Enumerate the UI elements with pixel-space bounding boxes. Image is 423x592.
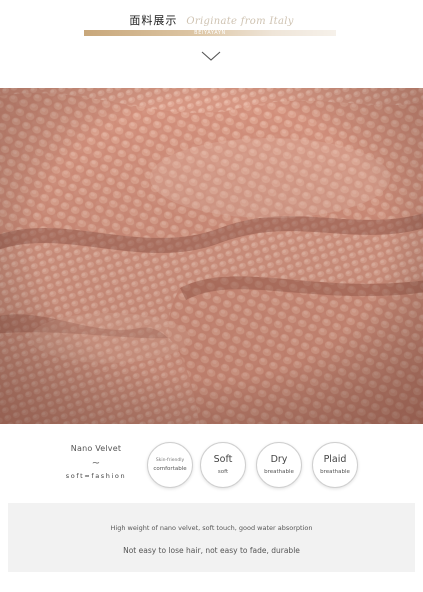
chevron-down-icon xyxy=(201,51,221,61)
features-row: Nano Velvet ~ soft≈fashion Skin-friendly… xyxy=(0,424,423,502)
description-line-1: High weight of nano velvet, soft touch, … xyxy=(110,524,313,532)
badge-subtitle: soft xyxy=(217,469,229,475)
badge-plaid: Plaid breathable xyxy=(312,442,358,488)
badge-title: Soft xyxy=(213,454,233,465)
fabric-photo xyxy=(0,88,423,424)
section-header: 面料展示 Originate from Italy BEIYAYAYN xyxy=(0,0,423,88)
badge-subtitle: comfortable xyxy=(153,465,187,472)
nano-tilde: ~ xyxy=(91,458,101,469)
nano-velvet-block: Nano Velvet ~ soft≈fashion xyxy=(50,444,142,480)
nano-title: Nano Velvet xyxy=(70,444,122,453)
fabric-texture xyxy=(0,88,423,424)
badge-title: Skin-friendly xyxy=(155,457,185,463)
description-panel: High weight of nano velvet, soft touch, … xyxy=(8,503,415,572)
title-script: Originate from Italy xyxy=(186,16,294,27)
section-title: 面料展示 Originate from Italy xyxy=(0,9,423,28)
brand-bar: BEIYAYAYN xyxy=(84,30,336,36)
description-line-2: Not easy to lose hair, not easy to fade,… xyxy=(123,546,300,555)
badge-skin-friendly: Skin-friendly comfortable xyxy=(147,442,193,488)
title-chinese: 面料展示 xyxy=(129,14,178,27)
badge-soft: Soft soft xyxy=(200,442,246,488)
badge-title: Plaid xyxy=(323,454,347,465)
nano-subtitle: soft≈fashion xyxy=(65,472,127,480)
badge-subtitle: breathable xyxy=(320,469,350,475)
badge-subtitle: breathable xyxy=(264,469,294,475)
badge-dry: Dry breathable xyxy=(256,442,302,488)
badge-title: Dry xyxy=(270,454,288,465)
brand-label: BEIYAYAYN xyxy=(194,30,226,36)
